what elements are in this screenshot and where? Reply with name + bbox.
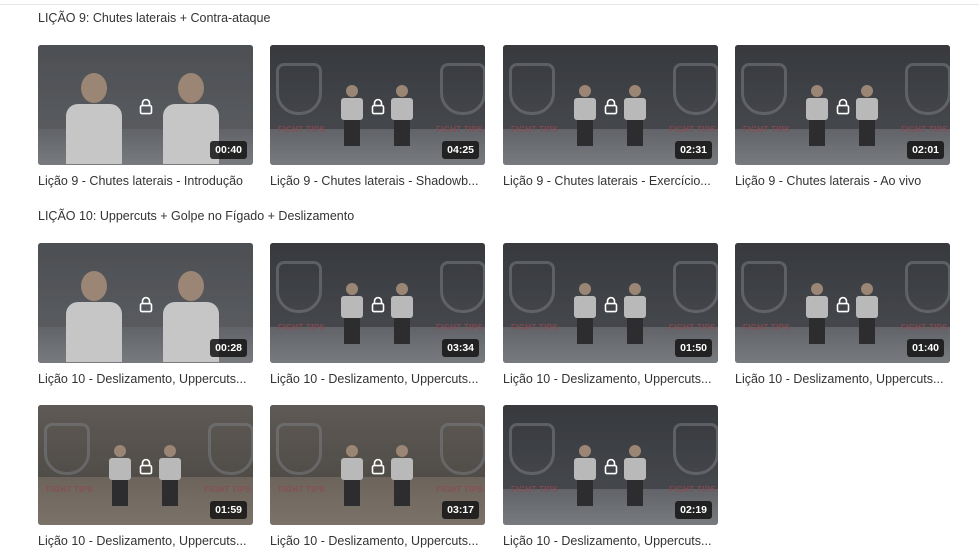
duration-badge: 02:19	[675, 501, 712, 519]
video-card[interactable]: FIGHT TIPS FIGHT TIPS 02:19 Lição 10 - Desl…	[503, 405, 718, 548]
video-title[interactable]: Lição 10 - Deslizamento, Uppercuts...	[38, 372, 253, 386]
video-card[interactable]: FIGHT TIPS FIGHT TIPS 04:25 Lição 9 - Chute…	[270, 45, 485, 188]
video-card[interactable]: FIGHT TIPS FIGHT TIPS 02:01 Lição 9 - Chute…	[735, 45, 950, 188]
video-title[interactable]: Lição 10 - Deslizamento, Uppercuts...	[503, 372, 718, 386]
lock-icon	[836, 98, 850, 115]
video-thumbnail[interactable]: FIGHT TIPS FIGHT TIPS 02:01	[735, 45, 950, 165]
video-thumbnail[interactable]: FIGHT TIPS FIGHT TIPS 01:40	[735, 243, 950, 363]
video-card[interactable]: FIGHT TIPS FIGHT TIPS 01:40 Lição 10 - Desl…	[735, 243, 950, 386]
video-thumbnail[interactable]: FIGHT TIPS FIGHT TIPS 02:19	[503, 405, 718, 525]
video-card[interactable]: FIGHT TIPS FIGHT TIPS 02:31 Lição 9 - Chute…	[503, 45, 718, 188]
video-thumbnail[interactable]: 00:28	[38, 243, 253, 363]
video-title[interactable]: Lição 10 - Deslizamento, Uppercuts...	[38, 534, 253, 548]
duration-badge: 01:59	[210, 501, 247, 519]
duration-badge: 04:25	[442, 141, 479, 159]
duration-badge: 01:40	[907, 339, 944, 357]
video-title[interactable]: Lição 9 - Chutes laterais - Shadowb...	[270, 174, 485, 188]
duration-badge: 03:34	[442, 339, 479, 357]
lock-icon	[371, 296, 385, 313]
lock-icon	[604, 98, 618, 115]
video-thumbnail[interactable]: FIGHT TIPS FIGHT TIPS 03:17	[270, 405, 485, 525]
duration-badge: 01:50	[675, 339, 712, 357]
lock-icon	[371, 98, 385, 115]
duration-badge: 00:40	[210, 141, 247, 159]
video-title[interactable]: Lição 10 - Deslizamento, Uppercuts...	[270, 372, 485, 386]
section-title-lesson-9: LIÇÃO 9: Chutes laterais + Contra-ataque	[38, 11, 271, 25]
video-card[interactable]: 00:40 Lição 9 - Chutes laterais - Introdu…	[38, 45, 253, 188]
video-thumbnail[interactable]: FIGHT TIPS FIGHT TIPS 02:31	[503, 45, 718, 165]
video-card[interactable]: 00:28 Lição 10 - Deslizamento, Uppercuts.…	[38, 243, 253, 386]
lock-icon	[604, 296, 618, 313]
video-title[interactable]: Lição 10 - Deslizamento, Uppercuts...	[735, 372, 950, 386]
video-title[interactable]: Lição 10 - Deslizamento, Uppercuts...	[503, 534, 718, 548]
lock-icon	[836, 296, 850, 313]
duration-badge: 02:31	[675, 141, 712, 159]
video-card[interactable]: FIGHT TIPS FIGHT TIPS 01:59 Lição 10 - Desl…	[38, 405, 253, 548]
video-thumbnail[interactable]: 00:40	[38, 45, 253, 165]
lock-icon	[139, 98, 153, 115]
lock-icon	[371, 458, 385, 475]
lock-icon	[604, 458, 618, 475]
top-divider	[0, 4, 979, 5]
video-title[interactable]: Lição 9 - Chutes laterais - Introdução	[38, 174, 253, 188]
video-card[interactable]: FIGHT TIPS FIGHT TIPS 01:50 Lição 10 - Desl…	[503, 243, 718, 386]
video-thumbnail[interactable]: FIGHT TIPS FIGHT TIPS 01:50	[503, 243, 718, 363]
video-title[interactable]: Lição 9 - Chutes laterais - Exercício...	[503, 174, 718, 188]
lock-icon	[139, 296, 153, 313]
duration-badge: 00:28	[210, 339, 247, 357]
lock-icon	[139, 458, 153, 475]
section-title-lesson-10: LIÇÃO 10: Uppercuts + Golpe no Fígado + …	[38, 209, 355, 223]
duration-badge: 02:01	[907, 141, 944, 159]
video-thumbnail[interactable]: FIGHT TIPS FIGHT TIPS 01:59	[38, 405, 253, 525]
video-card[interactable]: FIGHT TIPS FIGHT TIPS 03:34 Lição 10 - Desl…	[270, 243, 485, 386]
video-card[interactable]: FIGHT TIPS FIGHT TIPS 03:17 Lição 10 - Desl…	[270, 405, 485, 548]
duration-badge: 03:17	[442, 501, 479, 519]
video-thumbnail[interactable]: FIGHT TIPS FIGHT TIPS 03:34	[270, 243, 485, 363]
video-title[interactable]: Lição 10 - Deslizamento, Uppercuts...	[270, 534, 485, 548]
video-title[interactable]: Lição 9 - Chutes laterais - Ao vivo	[735, 174, 950, 188]
video-thumbnail[interactable]: FIGHT TIPS FIGHT TIPS 04:25	[270, 45, 485, 165]
